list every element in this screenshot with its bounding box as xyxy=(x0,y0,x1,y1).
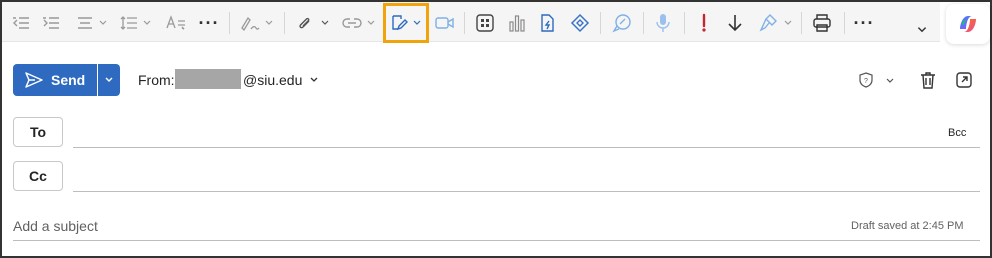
format-painter-icon[interactable] xyxy=(756,10,780,36)
microphone-icon[interactable] xyxy=(652,10,674,36)
send-button[interactable]: Send xyxy=(13,64,97,96)
attach-file-icon[interactable] xyxy=(294,10,316,36)
toolbar-divider xyxy=(464,12,465,34)
chevron-down-icon[interactable] xyxy=(366,18,376,28)
cc-input-underline[interactable] xyxy=(73,191,980,192)
bcc-link[interactable]: Bcc xyxy=(948,127,966,139)
signature-pen-icon[interactable] xyxy=(238,10,262,36)
to-input-underline[interactable] xyxy=(73,147,980,148)
from-email-domain[interactable]: @siu.edu xyxy=(243,72,302,88)
discard-trash-icon[interactable] xyxy=(918,70,938,90)
low-importance-icon[interactable] xyxy=(724,10,746,36)
sensitivity-icon[interactable]: ? xyxy=(858,71,874,89)
subject-underline xyxy=(13,240,980,241)
increase-indent-icon[interactable] xyxy=(40,10,62,36)
toolbar-divider xyxy=(284,12,285,34)
more-options-icon[interactable]: ··· xyxy=(851,10,877,36)
send-icon xyxy=(25,72,43,88)
chat-bubble-icon[interactable] xyxy=(610,10,634,36)
video-meeting-icon[interactable] xyxy=(433,10,457,36)
toolbar-divider xyxy=(684,12,685,34)
to-button[interactable]: To xyxy=(13,117,63,147)
chevron-down-icon[interactable] xyxy=(783,18,793,28)
high-importance-icon[interactable] xyxy=(694,10,714,36)
copilot-button[interactable] xyxy=(946,4,990,44)
more-formatting-icon[interactable]: ··· xyxy=(196,10,222,36)
apps-icon[interactable] xyxy=(474,10,496,36)
highlight-box xyxy=(383,3,429,43)
print-icon[interactable] xyxy=(810,10,834,36)
decrease-indent-icon[interactable] xyxy=(10,10,32,36)
sensitivity-chevron-down-icon[interactable] xyxy=(885,76,895,86)
send-options-dropdown[interactable] xyxy=(98,64,120,96)
toolbar-divider xyxy=(600,12,601,34)
link-icon[interactable] xyxy=(340,10,364,36)
copilot-icon xyxy=(960,16,976,32)
from-label: From: xyxy=(138,72,175,88)
loop-icon[interactable] xyxy=(568,10,592,36)
expand-ribbon-icon[interactable] xyxy=(916,24,928,36)
chevron-down-icon xyxy=(105,77,113,82)
toolbar-divider xyxy=(801,12,802,34)
chevron-down-icon[interactable] xyxy=(98,18,108,28)
chevron-down-icon[interactable] xyxy=(320,18,330,28)
align-icon[interactable] xyxy=(74,10,96,36)
send-label: Send xyxy=(51,72,86,88)
draft-status: Draft saved at 2:45 PM xyxy=(851,220,964,232)
cc-button[interactable]: Cc xyxy=(13,161,63,191)
chevron-down-icon[interactable] xyxy=(264,18,274,28)
redacted-username xyxy=(175,69,241,89)
text-style-icon[interactable] xyxy=(164,10,188,36)
chevron-down-icon[interactable] xyxy=(142,18,152,28)
toolbar-divider xyxy=(844,12,845,34)
poll-chart-icon[interactable] xyxy=(506,10,528,36)
subject-input[interactable]: Add a subject xyxy=(13,218,98,234)
pop-out-icon[interactable] xyxy=(954,70,974,90)
ribbon-toolbar: ··· ··· xyxy=(2,2,940,43)
svg-text:?: ? xyxy=(864,78,868,85)
toolbar-divider xyxy=(229,12,230,34)
quick-part-icon[interactable] xyxy=(537,10,559,36)
toolbar-divider xyxy=(643,12,644,34)
from-chevron-down-icon[interactable] xyxy=(309,75,319,85)
line-spacing-icon[interactable] xyxy=(118,10,140,36)
